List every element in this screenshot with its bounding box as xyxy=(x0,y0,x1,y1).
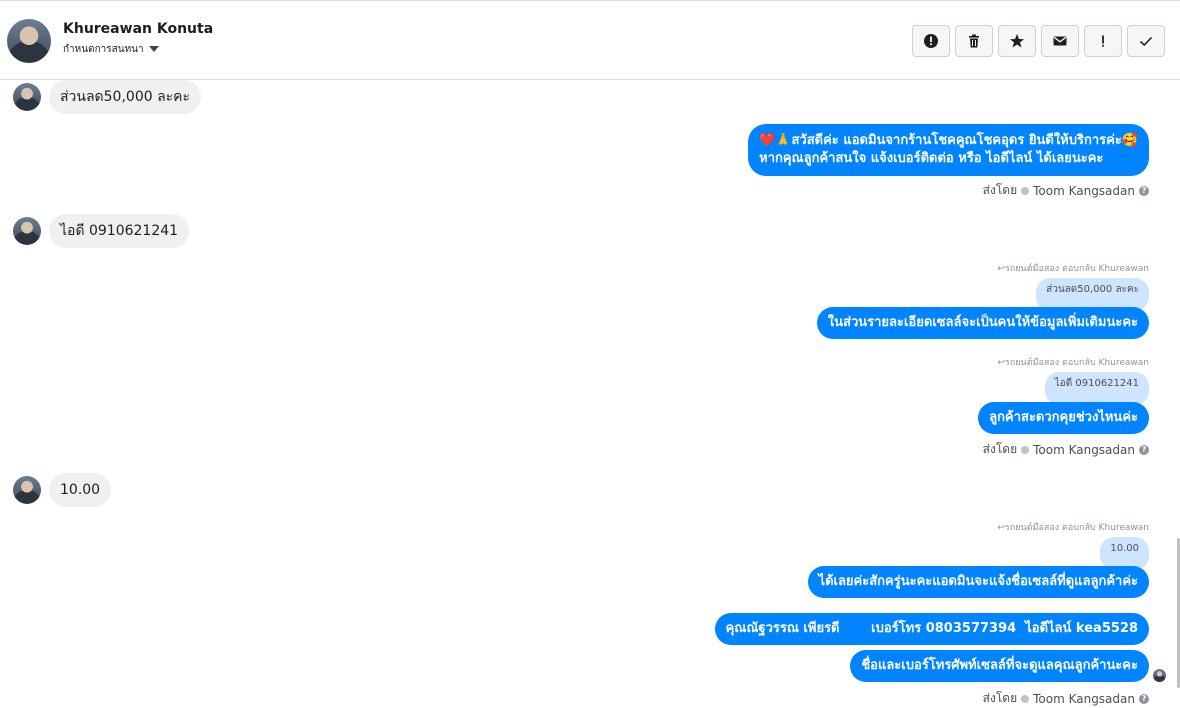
header-actions xyxy=(912,25,1165,57)
incoming-message[interactable]: ไอดี 0910621241 xyxy=(49,214,190,248)
conversation-assign-dropdown[interactable]: กำหนดการสนทนา xyxy=(63,42,159,57)
incoming-message-row: ส่วนลด50,000 ละคะ xyxy=(13,80,202,114)
incoming-message-row: ไอดี 0910621241 xyxy=(13,214,190,248)
sender-name[interactable]: Toom Kangsadan xyxy=(1033,184,1135,198)
outgoing-message[interactable]: ชื่อและเบอร์โทรศัพท์เซลล์ที่จะดูแลคุณลูก… xyxy=(850,650,1149,682)
message-line: หากคุณลูกค้าสนใจ แจ้งเบอร์ติดต่อ หรือ ไอ… xyxy=(759,151,1104,166)
sent-by-label: ส่งโดย xyxy=(982,442,1018,456)
follow-up-button[interactable] xyxy=(1084,25,1122,57)
outgoing-message[interactable]: ลูกค้าสะดวกคุยช่วงไหนค่ะ xyxy=(978,402,1149,434)
seen-indicator-avatar xyxy=(1153,669,1166,682)
help-icon[interactable]: ? xyxy=(1139,185,1149,196)
incoming-message[interactable]: ส่วนลด50,000 ละคะ xyxy=(49,80,202,114)
contact-name[interactable]: Khureawan Konuta xyxy=(63,21,213,37)
reply-label: ↩รถยนต์มือสอง ตอบกลับ Khureawan xyxy=(997,358,1149,368)
reply-label: ↩รถยนต์มือสอง ตอบกลับ Khureawan xyxy=(997,523,1149,533)
spam-button[interactable] xyxy=(912,25,950,57)
checkmark-icon xyxy=(1139,36,1153,47)
outgoing-message[interactable]: ❤️🙏สวัสดีค่ะ แอดมินจากร้านโชคคูณโชคอุดร … xyxy=(748,124,1149,176)
conversation-header: Khureawan Konuta กำหนดการสนทนา xyxy=(0,0,1180,80)
sent-by-label: ส่งโดย xyxy=(982,183,1018,197)
incoming-message-row: 10.00 xyxy=(13,473,112,507)
assign-label: กำหนดการสนทนา xyxy=(63,44,144,55)
envelope-icon xyxy=(1053,36,1067,46)
star-button[interactable] xyxy=(998,25,1036,57)
outgoing-message[interactable]: ในส่วนรายละเอียดเซลล์จะเป็นคนให้ข้อมูลเพ… xyxy=(816,307,1149,339)
reply-label: ↩รถยนต์มือสอง ตอบกลับ Khureawan xyxy=(997,264,1149,274)
sender-name[interactable]: Toom Kangsadan xyxy=(1033,692,1135,706)
outgoing-message[interactable]: คุณณัฐวรรณ เพียรดี เบอร์โทร 0803577394 ไ… xyxy=(714,613,1149,645)
done-button[interactable] xyxy=(1127,25,1165,57)
sent-by-info: ส่งโดย Toom Kangsadan ? xyxy=(983,689,1149,708)
caret-down-icon xyxy=(148,46,159,52)
verified-icon xyxy=(1021,186,1030,195)
help-icon[interactable]: ? xyxy=(1139,693,1149,704)
quoted-message[interactable]: ไอดี 0910621241 xyxy=(1044,372,1149,405)
help-icon[interactable]: ? xyxy=(1139,444,1149,455)
sender-avatar xyxy=(13,217,41,245)
sender-name[interactable]: Toom Kangsadan xyxy=(1033,443,1135,457)
mark-unread-button[interactable] xyxy=(1041,25,1079,57)
verified-icon xyxy=(1021,694,1030,703)
exclamation-icon xyxy=(1102,35,1104,47)
star-icon xyxy=(1010,34,1024,48)
message-thread: ส่วนลด50,000 ละคะ ❤️🙏สวัสดีค่ะ แอดมินจาก… xyxy=(0,80,1180,706)
alert-circle-icon xyxy=(924,34,938,48)
verified-icon xyxy=(1021,445,1030,454)
sender-avatar xyxy=(13,476,41,504)
sent-by-info: ส่งโดย Toom Kangsadan ? xyxy=(983,440,1149,459)
sent-by-info: ส่งโดย Toom Kangsadan ? xyxy=(983,181,1149,200)
message-line: ❤️🙏สวัสดีค่ะ แอดมินจากร้านโชคคูณโชคอุดร … xyxy=(759,133,1138,148)
incoming-message[interactable]: 10.00 xyxy=(49,473,112,507)
sent-by-label: ส่งโดย xyxy=(982,691,1018,705)
delete-button[interactable] xyxy=(955,25,993,57)
trash-icon xyxy=(969,34,979,48)
contact-avatar[interactable] xyxy=(7,19,51,63)
sender-avatar xyxy=(13,83,41,111)
outgoing-message[interactable]: ได้เลยค่ะสักครู่นะคะแอดมินจะแจ้งชื่อเซลล… xyxy=(807,566,1149,598)
